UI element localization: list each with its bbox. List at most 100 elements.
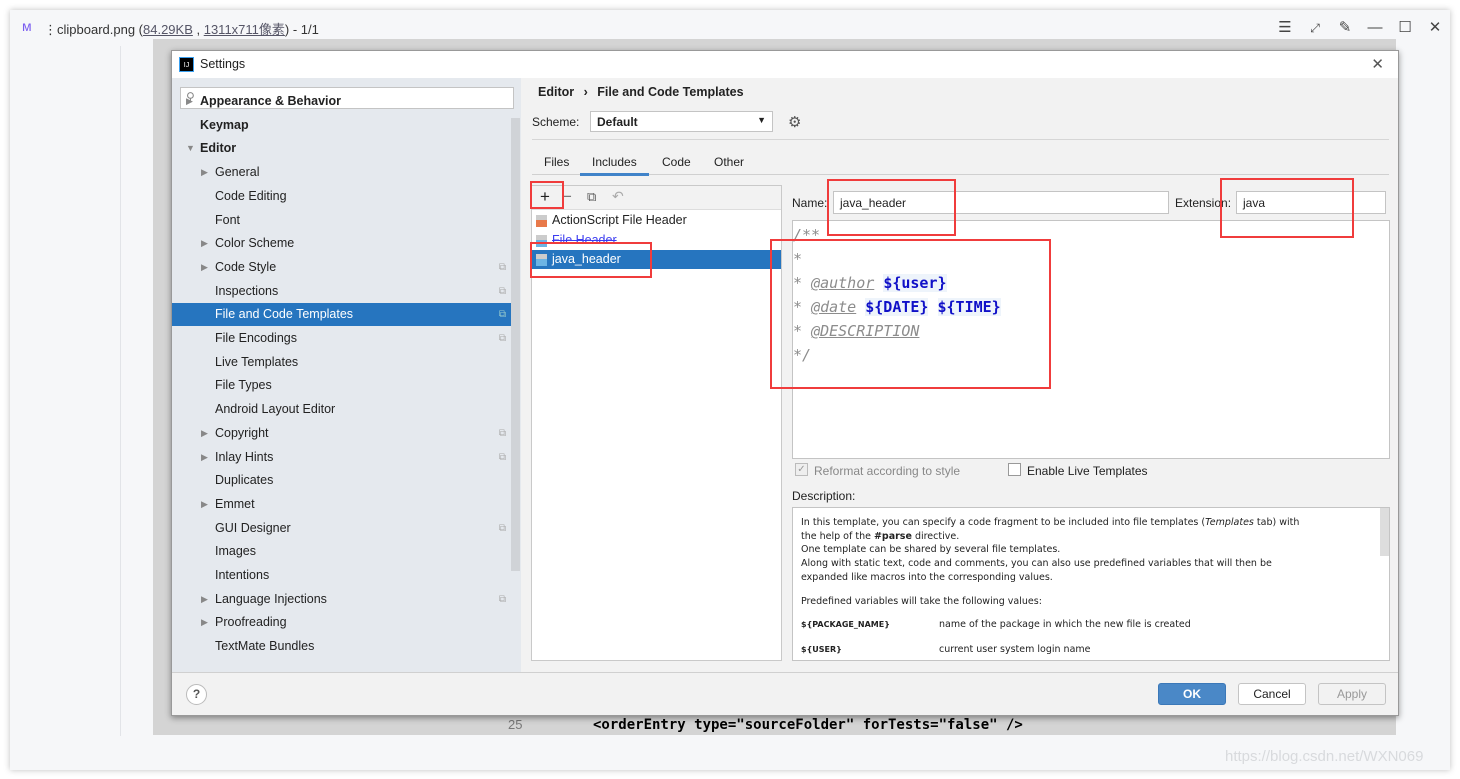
minimize-icon[interactable]: — <box>1365 18 1385 38</box>
tree-item-label: Proofreading <box>215 615 287 630</box>
line-number: 25 <box>508 717 523 732</box>
tree-item[interactable]: ▶ General <box>172 161 512 184</box>
scheme-select[interactable]: Default ▼ <box>590 111 773 132</box>
chevron-right-icon[interactable]: ▶ <box>201 232 208 255</box>
pin-icon[interactable]: ✎ <box>1335 18 1355 38</box>
description-panel: In this template, you can specify a code… <box>792 507 1390 661</box>
chevron-right-icon[interactable]: ▶ <box>201 446 208 469</box>
tree-item[interactable]: ▶ Code Style ⧉ <box>172 256 512 279</box>
tree-item-label: Code Style <box>215 259 277 274</box>
actionscript-file-icon <box>536 215 547 227</box>
sidebar-scrollbar[interactable] <box>511 118 520 571</box>
tree-item[interactable]: ▶ Appearance & Behavior <box>172 90 512 113</box>
close-icon[interactable]: ✕ <box>1371 55 1384 73</box>
tab-includes[interactable]: Includes <box>580 155 649 176</box>
tree-item[interactable]: File Types <box>172 374 512 397</box>
tree-item-label: GUI Designer <box>215 520 291 535</box>
highlight-extension-field <box>1220 178 1354 238</box>
chevron-down-icon[interactable]: ▼ <box>186 137 195 160</box>
tree-item[interactable]: ▶ Language Injections ⧉ <box>172 588 512 611</box>
menu-icon[interactable]: ☰ <box>1275 18 1295 38</box>
tree-item-label: Language Injections <box>215 591 327 606</box>
project-scope-icon: ⧉ <box>498 285 506 297</box>
chevron-right-icon[interactable]: ▶ <box>201 611 208 634</box>
tree-item[interactable]: Code Editing <box>172 185 512 208</box>
reset-icon[interactable]: ↶ <box>612 188 624 205</box>
tab-other[interactable]: Other <box>714 155 744 169</box>
cancel-button[interactable]: Cancel <box>1238 683 1306 705</box>
description-label: Description: <box>792 489 856 503</box>
chevron-right-icon[interactable]: ▶ <box>186 90 193 113</box>
project-scope-icon: ⧉ <box>498 333 506 344</box>
viewer-title: ⋮clipboard.png (84.29KB , 1311x711像素) - … <box>44 22 319 37</box>
tree-item[interactable]: ▶ Inlay Hints ⧉ <box>172 446 512 469</box>
tree-item-label: Font <box>215 212 241 227</box>
gear-icon[interactable]: ⚙ <box>788 113 801 131</box>
tree-item[interactable]: Android Layout Editor <box>172 398 512 421</box>
tree-item-label: Color Scheme <box>215 236 295 251</box>
tree-item-label: Editor <box>200 141 237 156</box>
dimensions-link[interactable]: 1311x711像素 <box>204 22 285 37</box>
tree-item-label: File Encodings <box>215 331 297 345</box>
chevron-right-icon[interactable]: ▶ <box>201 422 208 445</box>
tree-item-label: Inlay Hints <box>215 449 274 464</box>
reformat-checkbox[interactable]: ✓ <box>795 463 808 476</box>
tree-item[interactable]: Font <box>172 209 512 232</box>
tree-item-label: Duplicates <box>215 473 274 488</box>
tree-item-label: General <box>215 165 260 180</box>
chevron-right-icon[interactable]: ▶ <box>201 588 208 611</box>
divider <box>172 672 1398 673</box>
tree-item[interactable]: Inspections ⧉ <box>172 280 512 303</box>
tree-item-label: TextMate Bundles <box>215 639 315 654</box>
tree-item[interactable]: Images <box>172 540 512 563</box>
tree-item[interactable]: Intentions <box>172 564 512 587</box>
tree-item-label: Inspections <box>215 283 279 298</box>
divider <box>120 46 121 736</box>
name-label: Name: <box>792 196 828 210</box>
ok-button[interactable]: OK <box>1158 683 1226 705</box>
tree-item[interactable]: Duplicates <box>172 469 512 492</box>
chevron-right-icon[interactable]: ▶ <box>201 256 208 279</box>
maximize-icon[interactable]: ☐ <box>1395 18 1415 38</box>
tree-item[interactable]: TextMate Bundles <box>172 635 512 658</box>
copy-icon[interactable]: ⧉ <box>587 189 596 205</box>
live-templates-label: Enable Live Templates <box>1027 464 1148 478</box>
tree-item[interactable]: Keymap <box>172 114 512 137</box>
divider <box>532 139 1389 140</box>
tree-item-label: Copyright <box>215 425 269 440</box>
tree-item[interactable]: ▶ Color Scheme <box>172 232 512 255</box>
project-scope-icon: ⧉ <box>498 261 506 273</box>
fullscreen-icon[interactable]: ⤢ <box>1305 18 1325 38</box>
app-logo-icon: ᴍ <box>22 18 32 34</box>
tree-item[interactable]: ▶ Proofreading <box>172 611 512 634</box>
chevron-right-icon[interactable]: ▶ <box>201 493 208 516</box>
tree-item[interactable]: ▶ Emmet <box>172 493 512 516</box>
tree-item-label: File Types <box>215 378 272 393</box>
reformat-label: Reformat according to style <box>814 464 961 478</box>
apply-button[interactable]: Apply <box>1318 683 1386 705</box>
file-size-link[interactable]: 84.29KB <box>143 22 193 37</box>
project-scope-icon: ⧉ <box>498 522 506 534</box>
help-button[interactable]: ? <box>186 684 207 705</box>
live-templates-checkbox[interactable] <box>1008 463 1021 476</box>
chevron-right-icon[interactable]: ▶ <box>201 161 208 184</box>
tree-item[interactable]: File Encodings ⧉ <box>172 327 512 350</box>
dialog-title: Settings <box>200 57 246 71</box>
tree-item-label: Images <box>215 544 256 559</box>
tree-item-label: Appearance & Behavior <box>200 94 342 108</box>
tree-item-label: Intentions <box>215 568 270 582</box>
template-item[interactable]: ActionScript File Header <box>532 211 781 230</box>
tree-item[interactable]: File and Code Templates ⧉ <box>172 303 512 327</box>
tree-item[interactable]: Live Templates <box>172 351 512 374</box>
close-icon[interactable]: ✕ <box>1425 18 1445 38</box>
chevron-down-icon: ▼ <box>757 115 766 125</box>
tab-files[interactable]: Files <box>544 155 569 169</box>
tab-code[interactable]: Code <box>662 155 691 169</box>
template-label: ActionScript File Header <box>552 213 687 227</box>
tree-item[interactable]: GUI Designer ⧉ <box>172 517 512 540</box>
description-scrollbar[interactable] <box>1380 508 1389 556</box>
tree-item-label: Code Editing <box>215 188 287 203</box>
tree-item[interactable]: ▶ Copyright ⧉ <box>172 422 512 445</box>
tree-item-label: Android Layout Editor <box>215 402 336 417</box>
tree-item[interactable]: ▼ Editor <box>172 137 512 160</box>
